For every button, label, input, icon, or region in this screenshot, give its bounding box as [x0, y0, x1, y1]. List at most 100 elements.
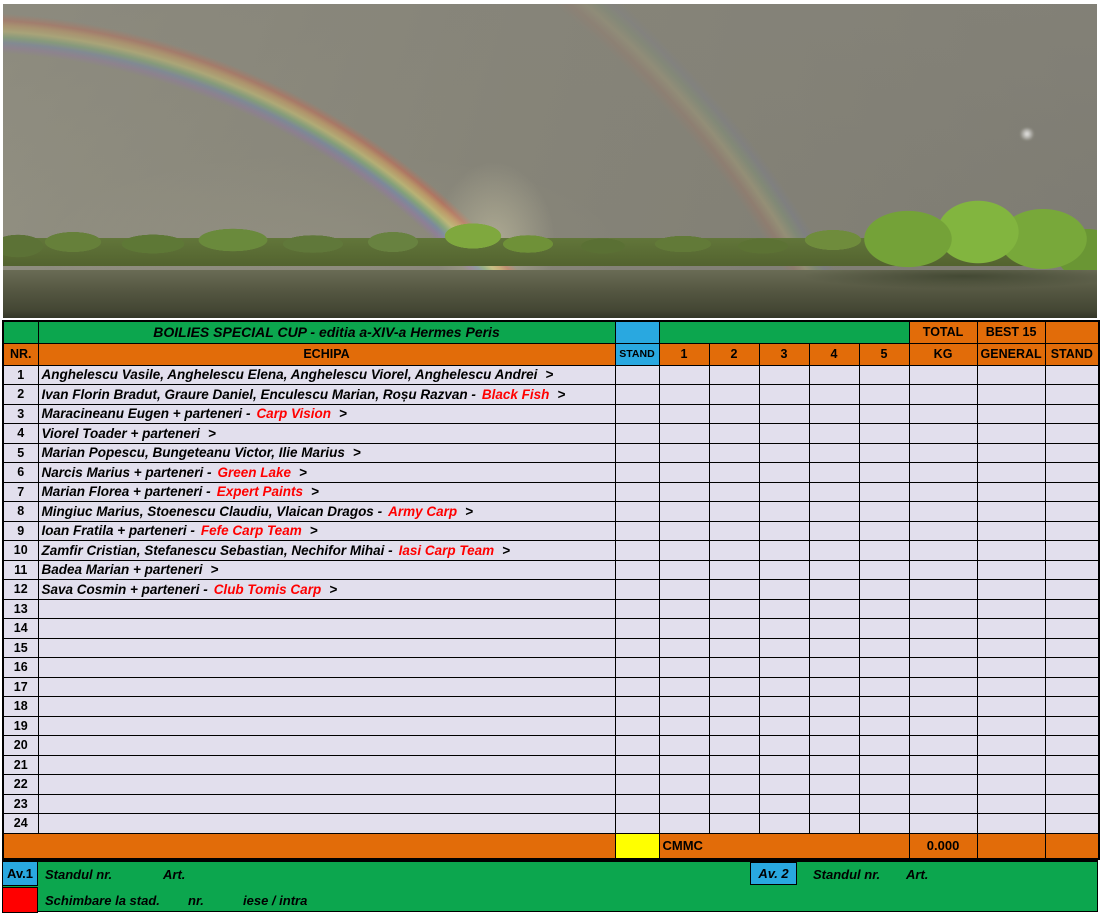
stand-cell[interactable]	[615, 560, 659, 580]
team-cell[interactable]	[38, 697, 615, 717]
session-2-cell[interactable]	[709, 638, 759, 658]
session-3-cell[interactable]	[759, 482, 809, 502]
total-kg-cell[interactable]	[909, 365, 977, 385]
stand-right-cell[interactable]	[1045, 658, 1099, 678]
session-1-cell[interactable]	[659, 482, 709, 502]
session-4-cell[interactable]	[809, 424, 859, 444]
session-3-cell[interactable]	[759, 755, 809, 775]
best15-cell[interactable]	[977, 736, 1045, 756]
team-cell[interactable]	[38, 736, 615, 756]
stand-right-cell[interactable]	[1045, 482, 1099, 502]
session-2-cell[interactable]	[709, 443, 759, 463]
total-kg-cell[interactable]	[909, 463, 977, 483]
best15-cell[interactable]	[977, 463, 1045, 483]
session-1-cell[interactable]	[659, 619, 709, 639]
session-5-cell[interactable]	[859, 580, 909, 600]
row-number[interactable]: 3	[3, 404, 38, 424]
total-kg-header[interactable]: KG	[909, 343, 977, 365]
session-3-cell[interactable]	[759, 775, 809, 795]
session-4-cell[interactable]	[809, 677, 859, 697]
session-4-cell[interactable]	[809, 638, 859, 658]
session-2-cell[interactable]	[709, 697, 759, 717]
nr-column-header[interactable]: NR.	[3, 343, 38, 365]
session-1-cell[interactable]	[659, 443, 709, 463]
stand-right-cell[interactable]	[1045, 677, 1099, 697]
row-number[interactable]: 16	[3, 658, 38, 678]
row-number[interactable]: 4	[3, 424, 38, 444]
team-cell[interactable]: Ioan Fratila + parteneri -Fefe Carp Team…	[38, 521, 615, 541]
session-1-cell[interactable]	[659, 599, 709, 619]
session-1-cell[interactable]	[659, 560, 709, 580]
row-number[interactable]: 24	[3, 814, 38, 834]
session-3-cell[interactable]	[759, 385, 809, 405]
session-3-cell[interactable]	[759, 677, 809, 697]
session-5-header[interactable]: 5	[859, 343, 909, 365]
session-1-cell[interactable]	[659, 541, 709, 561]
stand-cell[interactable]	[615, 580, 659, 600]
av2-badge[interactable]: Av. 2	[750, 862, 797, 885]
total-kg-cell[interactable]	[909, 541, 977, 561]
stand-right-cell[interactable]	[1045, 404, 1099, 424]
session-3-cell[interactable]	[759, 638, 809, 658]
best15-cell[interactable]	[977, 385, 1045, 405]
session-2-cell[interactable]	[709, 677, 759, 697]
stand-cell[interactable]	[615, 541, 659, 561]
session-3-cell[interactable]	[759, 502, 809, 522]
session-4-cell[interactable]	[809, 385, 859, 405]
session-1-cell[interactable]	[659, 658, 709, 678]
stand-cell[interactable]	[615, 463, 659, 483]
session-5-cell[interactable]	[859, 560, 909, 580]
session-3-cell[interactable]	[759, 560, 809, 580]
stand-right-cell[interactable]	[1045, 755, 1099, 775]
stand-cell[interactable]	[615, 521, 659, 541]
best15-cell[interactable]	[977, 697, 1045, 717]
session-1-cell[interactable]	[659, 463, 709, 483]
session-1-header[interactable]: 1	[659, 343, 709, 365]
stand-cell[interactable]	[615, 814, 659, 834]
total-kg-cell[interactable]	[909, 677, 977, 697]
stand-right-cell[interactable]	[1045, 541, 1099, 561]
session-4-cell[interactable]	[809, 521, 859, 541]
stand-cell[interactable]	[615, 619, 659, 639]
row-number[interactable]: 8	[3, 502, 38, 522]
best15-cell[interactable]	[977, 482, 1045, 502]
best15-cell[interactable]	[977, 443, 1045, 463]
team-cell[interactable]	[38, 716, 615, 736]
cmmc-stand-cell[interactable]	[615, 833, 659, 859]
stand-right-cell[interactable]	[1045, 794, 1099, 814]
total-kg-cell[interactable]	[909, 521, 977, 541]
session-1-cell[interactable]	[659, 677, 709, 697]
session-1-cell[interactable]	[659, 755, 709, 775]
session-2-cell[interactable]	[709, 814, 759, 834]
stand-cell[interactable]	[615, 502, 659, 522]
session-2-cell[interactable]	[709, 482, 759, 502]
stand-right-cell[interactable]	[1045, 619, 1099, 639]
total-kg-cell[interactable]	[909, 716, 977, 736]
session-2-cell[interactable]	[709, 716, 759, 736]
session-5-cell[interactable]	[859, 385, 909, 405]
stand-cell[interactable]	[615, 697, 659, 717]
stand-right-column-header[interactable]: STAND	[1045, 343, 1099, 365]
totals-label-cell[interactable]	[3, 833, 615, 859]
stand-cell[interactable]	[615, 482, 659, 502]
best15-cell[interactable]	[977, 424, 1045, 444]
session-5-cell[interactable]	[859, 502, 909, 522]
stand-cell[interactable]	[615, 736, 659, 756]
session-3-cell[interactable]	[759, 541, 809, 561]
stand-cell[interactable]	[615, 716, 659, 736]
stand-cell[interactable]	[615, 365, 659, 385]
session-5-cell[interactable]	[859, 736, 909, 756]
best15-cell[interactable]	[977, 541, 1045, 561]
competition-title[interactable]: BOILIES SPECIAL CUP - editia a-XIV-a Her…	[38, 321, 615, 343]
session-3-header[interactable]: 3	[759, 343, 809, 365]
session-1-cell[interactable]	[659, 424, 709, 444]
session-3-cell[interactable]	[759, 404, 809, 424]
session-4-cell[interactable]	[809, 443, 859, 463]
session-4-cell[interactable]	[809, 580, 859, 600]
best15-cell[interactable]	[977, 794, 1045, 814]
session-4-cell[interactable]	[809, 736, 859, 756]
best15-cell[interactable]	[977, 677, 1045, 697]
stand-right-header-top-cell[interactable]	[1045, 321, 1099, 343]
total-kg-cell[interactable]	[909, 404, 977, 424]
session-2-cell[interactable]	[709, 560, 759, 580]
